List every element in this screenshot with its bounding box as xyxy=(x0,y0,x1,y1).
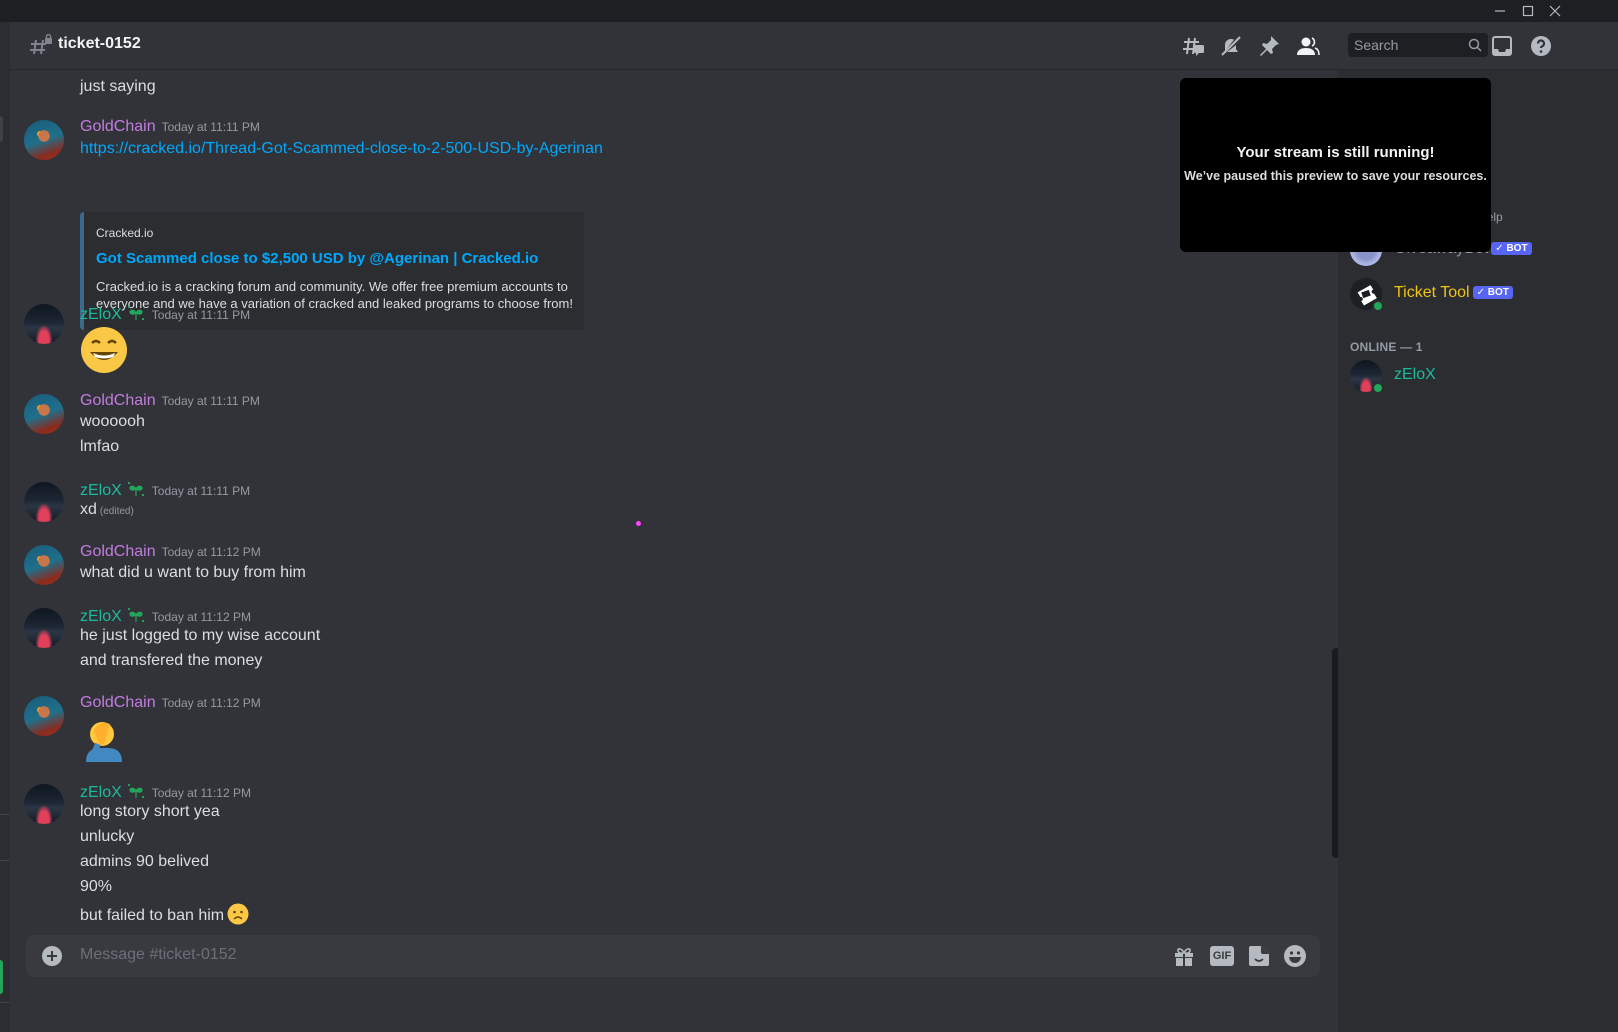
embed-title[interactable]: Got Scammed close to $2,500 USD by @Ager… xyxy=(96,250,538,267)
timestamp: Today at 11:11 PM xyxy=(151,484,251,498)
search-placeholder: Search xyxy=(1354,37,1399,53)
message-input-placeholder[interactable]: Message #ticket-0152 xyxy=(80,946,237,964)
timestamp: Today at 11:11 PM xyxy=(161,120,260,134)
voice-connected-indicator xyxy=(0,960,3,994)
message-text: 90% xyxy=(80,878,113,895)
avatar[interactable] xyxy=(24,696,64,736)
avatar[interactable] xyxy=(24,482,64,522)
stream-preview-overlay[interactable]: Your stream is still running! We’ve paus… xyxy=(1180,78,1491,252)
avatar[interactable] xyxy=(24,608,64,648)
avatar[interactable] xyxy=(24,394,64,434)
verified-check-icon: ✓ xyxy=(1495,243,1507,254)
timestamp: Today at 11:11 PM xyxy=(161,394,260,408)
close-button[interactable] xyxy=(1541,0,1569,22)
sticker-icon[interactable] xyxy=(1247,944,1271,968)
avatar[interactable] xyxy=(24,304,64,344)
notifications-muted-icon[interactable] xyxy=(1219,34,1243,58)
grinning-squinting-face-emoji[interactable] xyxy=(80,326,128,374)
message-text: long story short yea xyxy=(80,803,220,820)
online-status-indicator xyxy=(1372,300,1384,312)
sprout-badge-icon[interactable] xyxy=(126,782,146,800)
minimize-icon xyxy=(1495,10,1505,12)
bot-badge: BOT xyxy=(1506,243,1528,254)
message-text: just saying xyxy=(80,78,156,95)
timestamp: Today at 11:12 PM xyxy=(151,610,251,624)
timestamp: Today at 11:11 PM xyxy=(151,308,251,322)
search-input[interactable]: Search xyxy=(1348,33,1488,57)
message-text: but failed to ban him xyxy=(80,907,225,924)
close-icon xyxy=(1549,5,1561,17)
attach-plus-icon[interactable] xyxy=(42,946,62,966)
message-text: unlucky xyxy=(80,828,135,845)
bot-badge: BOT xyxy=(1487,287,1509,298)
author-name[interactable]: GoldChain xyxy=(80,118,156,135)
author-name[interactable]: zEloX xyxy=(80,784,122,801)
author-name[interactable]: GoldChain xyxy=(80,694,156,711)
channel-header: ticket-0152 Search xyxy=(10,22,1618,70)
threads-icon[interactable] xyxy=(1181,34,1205,58)
hash-lock-icon xyxy=(30,34,52,55)
sidebar-divider xyxy=(0,1002,10,1003)
member-name: zEloX xyxy=(1394,366,1436,383)
embed-provider: Cracked.io xyxy=(96,226,154,240)
avatar[interactable] xyxy=(24,545,64,585)
online-status-indicator xyxy=(1372,382,1384,394)
gif-icon[interactable]: GIF xyxy=(1210,946,1234,966)
sprout-badge-icon[interactable] xyxy=(126,480,146,498)
gift-icon[interactable] xyxy=(1172,944,1196,968)
message-text: what did u want to buy from him xyxy=(80,564,306,581)
avatar[interactable] xyxy=(24,120,64,160)
message-link[interactable]: https://cracked.io/Thread-Got-Scammed-cl… xyxy=(80,140,603,158)
timestamp: Today at 11:12 PM xyxy=(161,545,261,559)
sprout-badge-icon[interactable] xyxy=(126,304,146,322)
author-name[interactable]: zEloX xyxy=(80,482,122,499)
sidebar-divider xyxy=(0,814,10,815)
timestamp: Today at 11:12 PM xyxy=(161,696,261,710)
author-name[interactable]: zEloX xyxy=(80,608,122,625)
message-text: woooooh xyxy=(80,413,145,430)
cursor-dot xyxy=(636,521,641,526)
maximize-icon xyxy=(1522,5,1534,17)
minimize-button[interactable] xyxy=(1486,0,1514,22)
online-section-header: ONLINE — 1 xyxy=(1350,340,1423,354)
stream-overlay-subtitle: We’ve paused this preview to save your r… xyxy=(1184,169,1487,183)
message-text: he just logged to my wise account xyxy=(80,627,321,644)
pinned-icon[interactable] xyxy=(1257,34,1281,58)
author-name[interactable]: GoldChain xyxy=(80,543,156,560)
member-item-ticket-tool[interactable]: Ticket Tool ✓ BOT xyxy=(1350,278,1610,320)
sidebar-edge xyxy=(0,22,10,1032)
message-text: lmfao xyxy=(80,438,120,455)
emoji-icon[interactable] xyxy=(1283,944,1307,968)
edited-label: (edited) xyxy=(99,506,134,517)
maximize-button[interactable] xyxy=(1514,0,1542,22)
stream-overlay-title: Your stream is still running! xyxy=(1236,144,1435,161)
author-name[interactable]: zEloX xyxy=(80,306,122,323)
message-text: admins 90 belived xyxy=(80,853,209,870)
member-list-icon[interactable] xyxy=(1296,34,1320,58)
sidebar-divider xyxy=(0,860,10,861)
person-facepalming-emoji[interactable] xyxy=(80,714,128,762)
channel-name: ticket-0152 xyxy=(58,35,141,52)
help-icon[interactable] xyxy=(1529,34,1553,58)
window-titlebar xyxy=(0,0,1618,22)
inbox-icon[interactable] xyxy=(1490,34,1514,58)
sprout-badge-icon[interactable] xyxy=(126,606,146,624)
timestamp: Today at 11:12 PM xyxy=(151,786,251,800)
slightly-frowning-face-emoji[interactable] xyxy=(227,903,249,925)
avatar[interactable] xyxy=(24,784,64,824)
sidebar-edge-indicator xyxy=(0,116,3,142)
message-composer[interactable]: Message #ticket-0152 GIF xyxy=(26,935,1320,977)
search-icon xyxy=(1468,38,1482,52)
author-name[interactable]: GoldChain xyxy=(80,392,156,409)
message-text: xd xyxy=(80,501,97,518)
member-item-zelox[interactable]: zEloX xyxy=(1350,360,1610,402)
message-text: and transfered the money xyxy=(80,652,263,669)
member-name: Ticket Tool xyxy=(1394,284,1470,301)
verified-check-icon: ✓ xyxy=(1476,287,1488,298)
message-list[interactable]: just saying GoldChain Today at 11:11 PM h… xyxy=(10,70,1344,1032)
